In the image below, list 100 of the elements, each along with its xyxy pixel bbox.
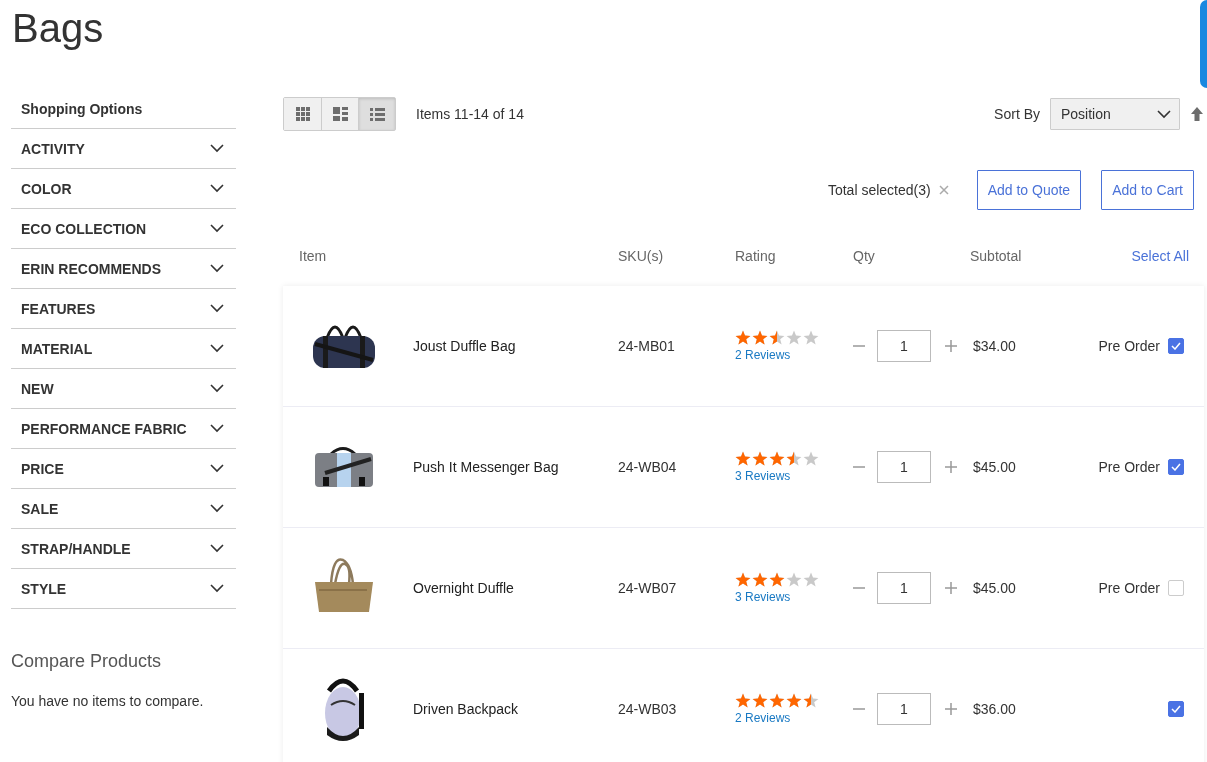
- star-icon: [803, 693, 819, 709]
- star-icon: [769, 330, 785, 346]
- quantity-field[interactable]: 1: [877, 451, 931, 483]
- filter-item[interactable]: ACTIVITY: [11, 128, 236, 168]
- subtotal: $45.00: [973, 580, 1017, 596]
- star-icon: [735, 330, 751, 346]
- check-icon: [1171, 463, 1181, 471]
- filter-label: COLOR: [21, 180, 72, 197]
- reviews-link[interactable]: 2 Reviews: [735, 348, 791, 362]
- reviews-link[interactable]: 3 Reviews: [735, 590, 791, 604]
- filter-label: PERFORMANCE FABRIC: [21, 420, 187, 437]
- pre-order-label: Pre Order: [1098, 580, 1160, 596]
- quantity-field[interactable]: 1: [877, 330, 931, 362]
- filter-item[interactable]: SALE: [11, 488, 236, 528]
- chevron-icon: [210, 304, 224, 313]
- column-header: Item: [299, 248, 328, 264]
- checkbox[interactable]: [1168, 701, 1184, 717]
- filter-label: NEW: [21, 380, 54, 397]
- view-mode-button[interactable]: [358, 98, 395, 130]
- plus-icon[interactable]: [945, 461, 957, 473]
- product-name: Driven Backpack: [413, 701, 520, 717]
- chevron-icon: [210, 224, 224, 233]
- filter-label: ECO COLLECTION: [21, 220, 147, 237]
- star-icon: [735, 693, 751, 709]
- star-icon: [735, 451, 751, 467]
- column-header: SKU(s): [618, 248, 665, 264]
- product-name: Joust Duffle Bag: [413, 338, 517, 354]
- star-icon: [786, 330, 802, 346]
- product-sku: 24-WB07: [618, 580, 678, 596]
- view-mode-button[interactable]: [321, 98, 358, 130]
- star-icon: [803, 330, 819, 346]
- filter-item[interactable]: STYLE: [11, 568, 236, 608]
- star-icon: [803, 451, 819, 467]
- pre-order-label: Pre Order: [1098, 459, 1160, 475]
- star-icon: [752, 693, 768, 709]
- compare-title: Compare Products: [11, 651, 163, 672]
- filter-label: FEATURES: [21, 300, 96, 317]
- chevron-icon: [210, 464, 224, 473]
- subtotal: $45.00: [973, 459, 1017, 475]
- filter-item[interactable]: NEW: [11, 368, 236, 408]
- list-view-icon: [369, 107, 385, 121]
- reviews-link[interactable]: 2 Reviews: [735, 711, 791, 725]
- chevron-icon: [210, 264, 224, 273]
- plus-icon[interactable]: [945, 582, 957, 594]
- filter-label: STRAP/HANDLE: [21, 540, 131, 557]
- quantity-field[interactable]: 1: [877, 572, 931, 604]
- filter-item[interactable]: ERIN RECOMMENDS: [11, 248, 236, 288]
- chevron-icon: [1157, 109, 1171, 119]
- checkbox[interactable]: [1168, 338, 1184, 354]
- checkbox[interactable]: [1168, 580, 1184, 596]
- product-sku: 24-WB03: [618, 701, 678, 717]
- filter-item[interactable]: PERFORMANCE FABRIC: [11, 408, 236, 448]
- star-icon: [769, 451, 785, 467]
- filter-item[interactable]: STRAP/HANDLE: [11, 528, 236, 568]
- arrow-up-icon[interactable]: [1190, 107, 1204, 121]
- product-sku: 24-MB01: [618, 338, 676, 354]
- view-mode-button[interactable]: [284, 98, 321, 130]
- compare-message: You have no items to compare.: [11, 693, 205, 709]
- star-icon: [769, 572, 785, 588]
- subtotal: $36.00: [973, 701, 1017, 717]
- check-icon: [1171, 342, 1181, 350]
- side-tab[interactable]: [1200, 0, 1207, 88]
- quantity-field[interactable]: 1: [877, 693, 931, 725]
- chevron-icon: [210, 384, 224, 393]
- star-icon: [786, 451, 802, 467]
- filter-label: STYLE: [21, 580, 67, 597]
- reviews-link[interactable]: 3 Reviews: [735, 469, 791, 483]
- chevron-icon: [210, 144, 224, 153]
- action-button[interactable]: Add to Cart: [1101, 170, 1194, 210]
- filter-item[interactable]: PRICE: [11, 448, 236, 488]
- filter-item[interactable]: MATERIAL: [11, 328, 236, 368]
- check-icon: [1171, 705, 1181, 713]
- filter-label: MATERIAL: [21, 340, 93, 357]
- sort-label: Sort By: [994, 106, 1040, 122]
- close-icon[interactable]: [938, 185, 949, 195]
- plus-icon[interactable]: [945, 703, 957, 715]
- subtotal: $34.00: [973, 338, 1017, 354]
- chevron-icon: [210, 184, 224, 193]
- star-icon: [786, 572, 802, 588]
- filter-item[interactable]: COLOR: [11, 168, 236, 208]
- plus-icon[interactable]: [945, 340, 957, 352]
- checkbox[interactable]: [1168, 459, 1184, 475]
- filter-item[interactable]: FEATURES: [11, 288, 236, 328]
- filter-label: SALE: [21, 500, 59, 517]
- select-all-link[interactable]: Select All: [1131, 248, 1189, 264]
- sort-select[interactable]: Position: [1050, 98, 1180, 130]
- action-button[interactable]: Add to Quote: [976, 170, 1082, 210]
- total-selected: Total selected(3): [827, 182, 931, 198]
- chevron-icon: [210, 544, 224, 553]
- star-icon: [735, 572, 751, 588]
- product-name: Overnight Duffle: [413, 580, 515, 596]
- filter-item[interactable]: ECO COLLECTION: [11, 208, 236, 248]
- filter-label: ACTIVITY: [21, 140, 85, 157]
- chevron-icon: [210, 584, 224, 593]
- filter-label: ERIN RECOMMENDS: [21, 260, 161, 277]
- star-icon: [786, 693, 802, 709]
- star-icon: [769, 693, 785, 709]
- tiles-view-icon: [332, 107, 348, 121]
- star-icon: [752, 572, 768, 588]
- product-sku: 24-WB04: [618, 459, 678, 475]
